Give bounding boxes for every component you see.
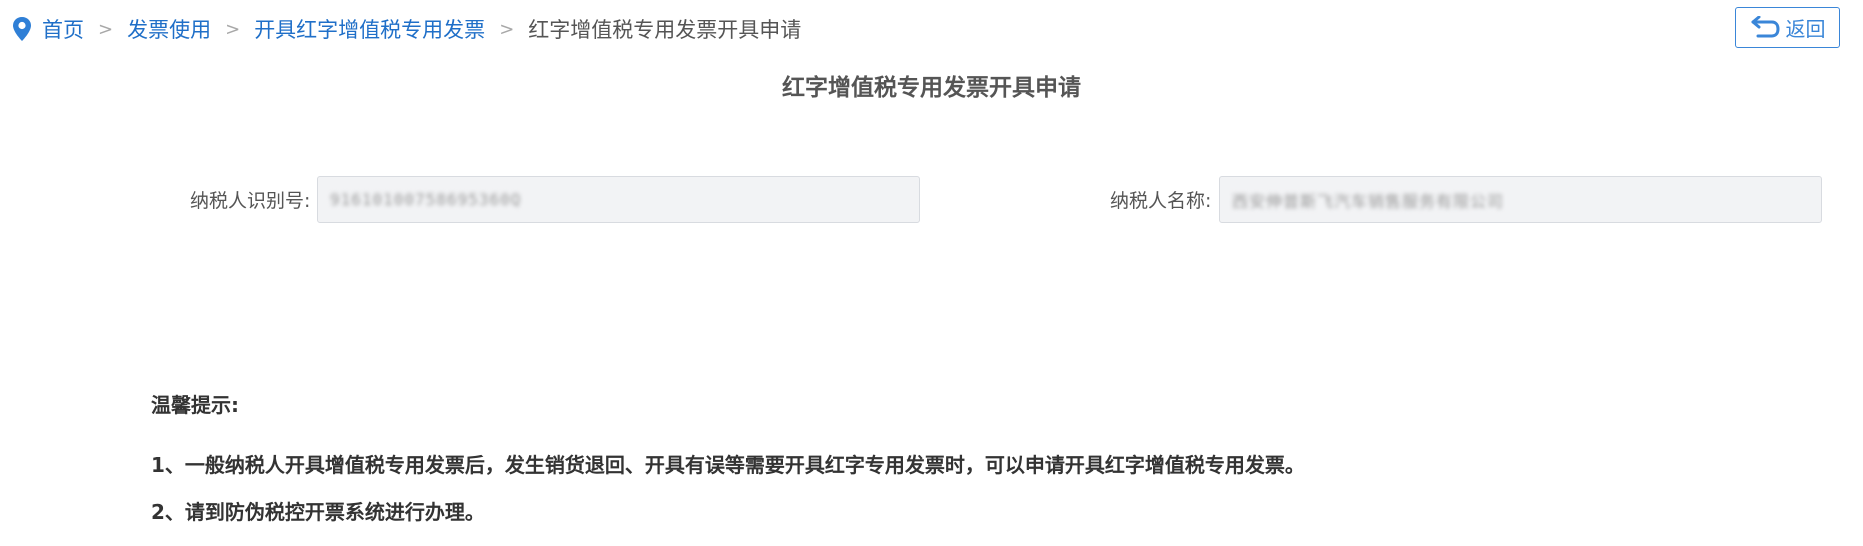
breadcrumb-home-link[interactable]: 首页 bbox=[42, 14, 84, 44]
return-arrow-icon bbox=[1750, 15, 1780, 40]
taxpayer-id-field[interactable]: 91610100758695360Q bbox=[317, 176, 920, 223]
breadcrumb-separator: > bbox=[499, 18, 515, 40]
back-button-label: 返回 bbox=[1785, 17, 1826, 41]
taxpayer-name-label: 纳税人名称: bbox=[1110, 190, 1212, 212]
breadcrumb: 首页 > 发票使用 > 开具红字增值税专用发票 > 红字增值税专用发票开具申请 bbox=[12, 14, 801, 44]
breadcrumb-separator: > bbox=[225, 18, 241, 40]
breadcrumb-red-invoice-link[interactable]: 开具红字增值税专用发票 bbox=[254, 14, 485, 44]
page: 首页 > 发票使用 > 开具红字增值税专用发票 > 红字增值税专用发票开具申请 … bbox=[0, 0, 1863, 546]
page-title: 红字增值税专用发票开具申请 bbox=[782, 75, 1081, 101]
taxpayer-name-value: 西安伸普斯飞汽车销售服务有限公司 bbox=[1232, 191, 1505, 211]
taxpayer-name-field[interactable]: 西安伸普斯飞汽车销售服务有限公司 bbox=[1219, 176, 1822, 223]
tip-line-2: 2、请到防伪税控开票系统进行办理。 bbox=[151, 500, 485, 524]
breadcrumb-invoice-use-link[interactable]: 发票使用 bbox=[127, 14, 211, 44]
breadcrumb-separator: > bbox=[98, 18, 114, 40]
tip-line-1: 1、一般纳税人开具增值税专用发票后，发生销货退回、开具有误等需要开具红字专用发票… bbox=[151, 453, 1305, 477]
taxpayer-id-label: 纳税人识别号: bbox=[190, 190, 311, 212]
location-pin-icon bbox=[12, 16, 32, 42]
breadcrumb-current: 红字增值税专用发票开具申请 bbox=[528, 18, 802, 42]
back-button[interactable]: 返回 bbox=[1735, 7, 1840, 48]
tips-title: 温馨提示: bbox=[151, 393, 239, 417]
taxpayer-id-value: 91610100758695360Q bbox=[330, 190, 522, 209]
